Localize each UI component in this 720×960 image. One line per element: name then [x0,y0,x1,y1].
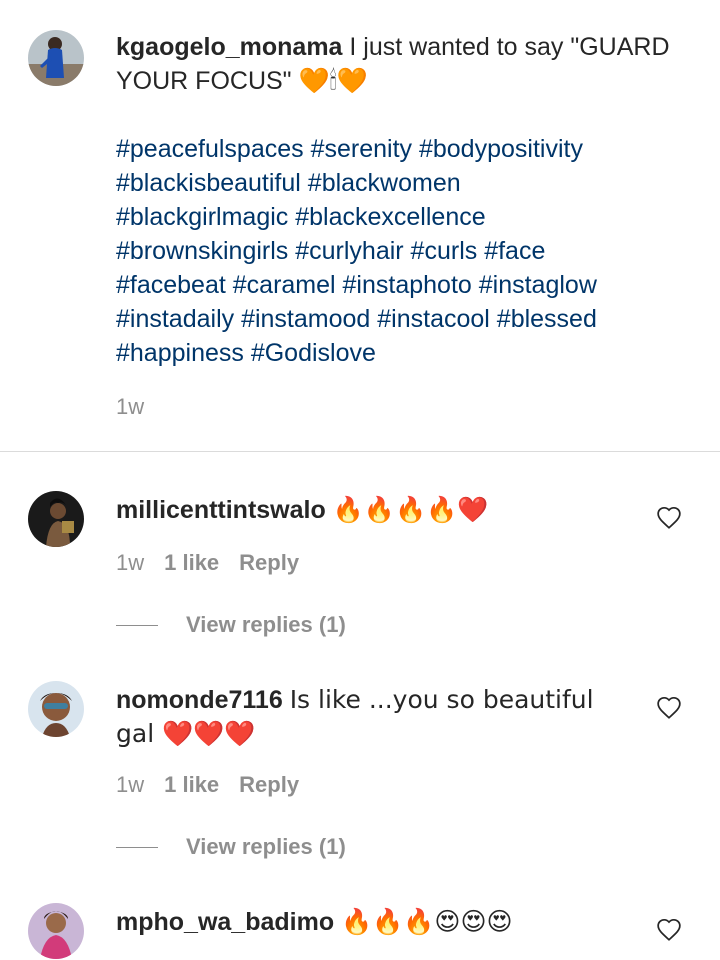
caption-avatar[interactable] [28,30,84,86]
view-replies-button[interactable]: View replies (1) [116,612,346,638]
view-replies-label[interactable]: View replies (1) [186,834,346,860]
caption-hashtags[interactable]: #peacefulspaces #serenity #bodypositivit… [116,132,706,370]
comment-text: nomonde7116 Is like ...you so beautiful … [116,683,636,751]
heart-outline-icon[interactable] [656,695,682,721]
view-replies-line [116,624,158,626]
reply-button[interactable]: Reply [239,550,299,576]
comment-meta: 1w 1 like Reply [116,772,299,798]
caption-username[interactable]: kgaogelo_monama [116,33,342,61]
comment-username[interactable]: millicenttintswalo [116,496,326,524]
comment-likes[interactable]: 1 like [164,772,219,798]
comment-avatar[interactable] [28,903,84,959]
comment-time: 1w [116,772,145,797]
view-replies-label[interactable]: View replies (1) [186,612,346,638]
comment-avatar[interactable] [28,491,84,547]
caption-section: kgaogelo_monama I just wanted to say "GU… [0,0,720,450]
comment-text: mpho_wa_badimo 🔥🔥🔥😍😍😍 [116,905,636,939]
caption-divider [0,451,720,452]
comment-time: 1w [116,550,145,575]
heart-outline-icon[interactable] [656,917,682,943]
comment-username[interactable]: mpho_wa_badimo [116,908,334,936]
comment-meta: 1w 1 like Reply [116,550,299,576]
comment-message: 🔥🔥🔥🔥❤️ [332,495,489,524]
heart-outline-icon[interactable] [656,505,682,531]
caption-meta: 1w [116,394,144,420]
comment-message: 🔥🔥🔥😍😍😍 [341,907,513,936]
comment-username[interactable]: nomonde7116 [116,686,283,714]
reply-button[interactable]: Reply [239,772,299,798]
caption-text: kgaogelo_monama I just wanted to say "GU… [116,30,676,98]
view-replies-button[interactable]: View replies (1) [116,834,346,860]
comment-text: millicenttintswalo 🔥🔥🔥🔥❤️ [116,493,636,527]
caption-time: 1w [116,394,145,419]
comment-likes[interactable]: 1 like [164,550,219,576]
comment-avatar[interactable] [28,681,84,737]
view-replies-line [116,846,158,848]
